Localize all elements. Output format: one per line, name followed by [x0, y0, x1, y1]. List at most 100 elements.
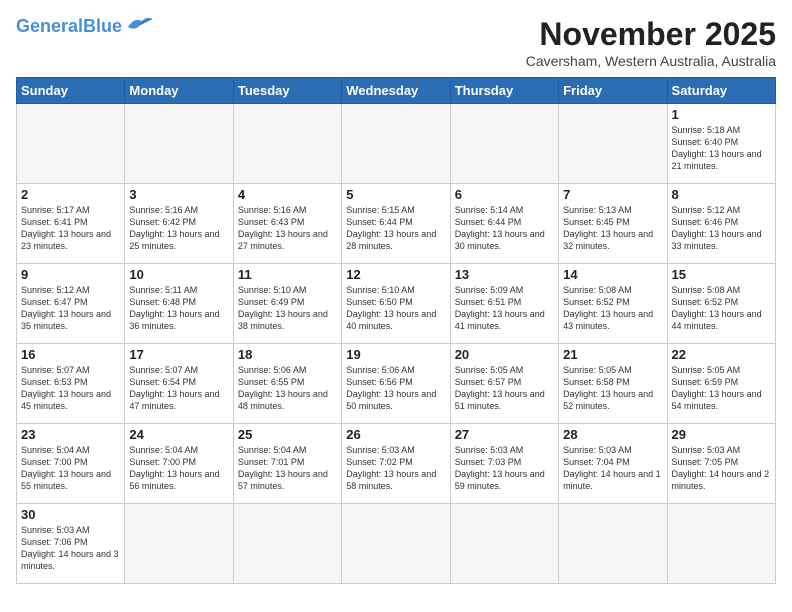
table-row: 14Sunrise: 5:08 AM Sunset: 6:52 PM Dayli… [559, 264, 667, 344]
table-row: 29 Sunrise: 5:03 AM Sunset: 7:05 PM Dayli… [667, 424, 775, 504]
day-info: Sunrise: 5:15 AM Sunset: 6:44 PM Dayligh… [346, 204, 445, 253]
day-number: 4 [238, 187, 337, 202]
day-number: 29 [672, 427, 771, 442]
day-info: Sunrise: 5:05 AM Sunset: 6:57 PM Dayligh… [455, 364, 554, 413]
table-row: 22Sunrise: 5:05 AM Sunset: 6:59 PM Dayli… [667, 344, 775, 424]
day-info: Sunrise: 5:08 AM Sunset: 6:52 PM Dayligh… [563, 284, 662, 333]
day-info: Sunrise: 5:03 AM Sunset: 7:06 PM Dayligh… [21, 524, 120, 573]
title-section: November 2025 Caversham, Western Austral… [526, 16, 776, 69]
day-number: 16 [21, 347, 120, 362]
day-number: 28 [563, 427, 662, 442]
day-info: Sunrise: 5:11 AM Sunset: 6:48 PM Dayligh… [129, 284, 228, 333]
calendar-row: 2 Sunrise: 5:17 AM Sunset: 6:41 PM Daylig… [17, 184, 776, 264]
day-number: 25 [238, 427, 337, 442]
table-row: 25Sunrise: 5:04 AM Sunset: 7:01 PM Dayli… [233, 424, 341, 504]
day-info: Sunrise: 5:10 AM Sunset: 6:50 PM Dayligh… [346, 284, 445, 333]
table-row: 8 Sunrise: 5:12 AM Sunset: 6:46 PM Daylig… [667, 184, 775, 264]
day-number: 3 [129, 187, 228, 202]
page-header: GeneralBlue November 2025 Caversham, Wes… [16, 16, 776, 69]
logo-text: GeneralBlue [16, 16, 122, 37]
table-row: 11Sunrise: 5:10 AM Sunset: 6:49 PM Dayli… [233, 264, 341, 344]
day-number: 9 [21, 267, 120, 282]
table-row: 17 Sunrise: 5:07 AM Sunset: 6:54 PM Dayli… [125, 344, 233, 424]
table-row: 7 Sunrise: 5:13 AM Sunset: 6:45 PM Daylig… [559, 184, 667, 264]
month-title: November 2025 [526, 16, 776, 53]
col-thursday: Thursday [450, 78, 558, 104]
table-row: 5 Sunrise: 5:15 AM Sunset: 6:44 PM Daylig… [342, 184, 450, 264]
col-monday: Monday [125, 78, 233, 104]
table-row: 4 Sunrise: 5:16 AM Sunset: 6:43 PM Daylig… [233, 184, 341, 264]
table-row: 1Sunrise: 5:18 AM Sunset: 6:40 PM Daylig… [667, 104, 775, 184]
table-row: 30 Sunrise: 5:03 AM Sunset: 7:06 PM Dayli… [17, 504, 125, 584]
day-info: Sunrise: 5:08 AM Sunset: 6:52 PM Dayligh… [672, 284, 771, 333]
col-wednesday: Wednesday [342, 78, 450, 104]
table-row: 20 Sunrise: 5:05 AM Sunset: 6:57 PM Dayli… [450, 344, 558, 424]
day-number: 19 [346, 347, 445, 362]
calendar-header-row: Sunday Monday Tuesday Wednesday Thursday… [17, 78, 776, 104]
day-number: 20 [455, 347, 554, 362]
table-row [125, 104, 233, 184]
logo-bird-icon [126, 15, 154, 35]
table-row: 2 Sunrise: 5:17 AM Sunset: 6:41 PM Daylig… [17, 184, 125, 264]
logo: GeneralBlue [16, 16, 154, 37]
location-subtitle: Caversham, Western Australia, Australia [526, 53, 776, 69]
table-row [125, 504, 233, 584]
table-row: 28Sunrise: 5:03 AM Sunset: 7:04 PM Dayli… [559, 424, 667, 504]
table-row: 6Sunrise: 5:14 AM Sunset: 6:44 PM Daylig… [450, 184, 558, 264]
day-number: 2 [21, 187, 120, 202]
table-row: 21 Sunrise: 5:05 AM Sunset: 6:58 PM Dayli… [559, 344, 667, 424]
table-row: 26 Sunrise: 5:03 AM Sunset: 7:02 PM Dayli… [342, 424, 450, 504]
table-row [450, 104, 558, 184]
day-number: 8 [672, 187, 771, 202]
calendar-row: 9 Sunrise: 5:12 AM Sunset: 6:47 PM Daylig… [17, 264, 776, 344]
table-row [233, 104, 341, 184]
table-row: 23 Sunrise: 5:04 AM Sunset: 7:00 PM Dayli… [17, 424, 125, 504]
table-row: 27 Sunrise: 5:03 AM Sunset: 7:03 PM Dayli… [450, 424, 558, 504]
day-number: 11 [238, 267, 337, 282]
day-number: 26 [346, 427, 445, 442]
day-info: Sunrise: 5:03 AM Sunset: 7:03 PM Dayligh… [455, 444, 554, 493]
day-number: 7 [563, 187, 662, 202]
day-number: 6 [455, 187, 554, 202]
table-row: 15 Sunrise: 5:08 AM Sunset: 6:52 PM Dayli… [667, 264, 775, 344]
day-number: 1 [672, 107, 771, 122]
day-number: 27 [455, 427, 554, 442]
day-info: Sunrise: 5:04 AM Sunset: 7:00 PM Dayligh… [21, 444, 120, 493]
day-number: 22 [672, 347, 771, 362]
day-number: 21 [563, 347, 662, 362]
day-info: Sunrise: 5:06 AM Sunset: 6:56 PM Dayligh… [346, 364, 445, 413]
table-row [559, 104, 667, 184]
day-info: Sunrise: 5:17 AM Sunset: 6:41 PM Dayligh… [21, 204, 120, 253]
table-row: 13Sunrise: 5:09 AM Sunset: 6:51 PM Dayli… [450, 264, 558, 344]
day-number: 15 [672, 267, 771, 282]
day-info: Sunrise: 5:05 AM Sunset: 6:58 PM Dayligh… [563, 364, 662, 413]
day-number: 23 [21, 427, 120, 442]
day-info: Sunrise: 5:06 AM Sunset: 6:55 PM Dayligh… [238, 364, 337, 413]
calendar-row: 16Sunrise: 5:07 AM Sunset: 6:53 PM Dayli… [17, 344, 776, 424]
day-info: Sunrise: 5:16 AM Sunset: 6:42 PM Dayligh… [129, 204, 228, 253]
table-row: 12Sunrise: 5:10 AM Sunset: 6:50 PM Dayli… [342, 264, 450, 344]
day-info: Sunrise: 5:12 AM Sunset: 6:46 PM Dayligh… [672, 204, 771, 253]
calendar-row: 23 Sunrise: 5:04 AM Sunset: 7:00 PM Dayli… [17, 424, 776, 504]
day-number: 30 [21, 507, 120, 522]
day-info: Sunrise: 5:07 AM Sunset: 6:54 PM Dayligh… [129, 364, 228, 413]
day-info: Sunrise: 5:09 AM Sunset: 6:51 PM Dayligh… [455, 284, 554, 333]
table-row: 16Sunrise: 5:07 AM Sunset: 6:53 PM Dayli… [17, 344, 125, 424]
day-number: 17 [129, 347, 228, 362]
day-info: Sunrise: 5:03 AM Sunset: 7:02 PM Dayligh… [346, 444, 445, 493]
day-info: Sunrise: 5:13 AM Sunset: 6:45 PM Dayligh… [563, 204, 662, 253]
calendar-row: 30 Sunrise: 5:03 AM Sunset: 7:06 PM Dayli… [17, 504, 776, 584]
table-row [17, 104, 125, 184]
day-info: Sunrise: 5:03 AM Sunset: 7:05 PM Dayligh… [672, 444, 771, 493]
day-number: 24 [129, 427, 228, 442]
table-row [667, 504, 775, 584]
col-friday: Friday [559, 78, 667, 104]
calendar-table: Sunday Monday Tuesday Wednesday Thursday… [16, 77, 776, 584]
day-info: Sunrise: 5:04 AM Sunset: 7:00 PM Dayligh… [129, 444, 228, 493]
day-info: Sunrise: 5:12 AM Sunset: 6:47 PM Dayligh… [21, 284, 120, 333]
table-row [342, 104, 450, 184]
day-number: 5 [346, 187, 445, 202]
calendar-row: 1Sunrise: 5:18 AM Sunset: 6:40 PM Daylig… [17, 104, 776, 184]
col-saturday: Saturday [667, 78, 775, 104]
day-info: Sunrise: 5:16 AM Sunset: 6:43 PM Dayligh… [238, 204, 337, 253]
